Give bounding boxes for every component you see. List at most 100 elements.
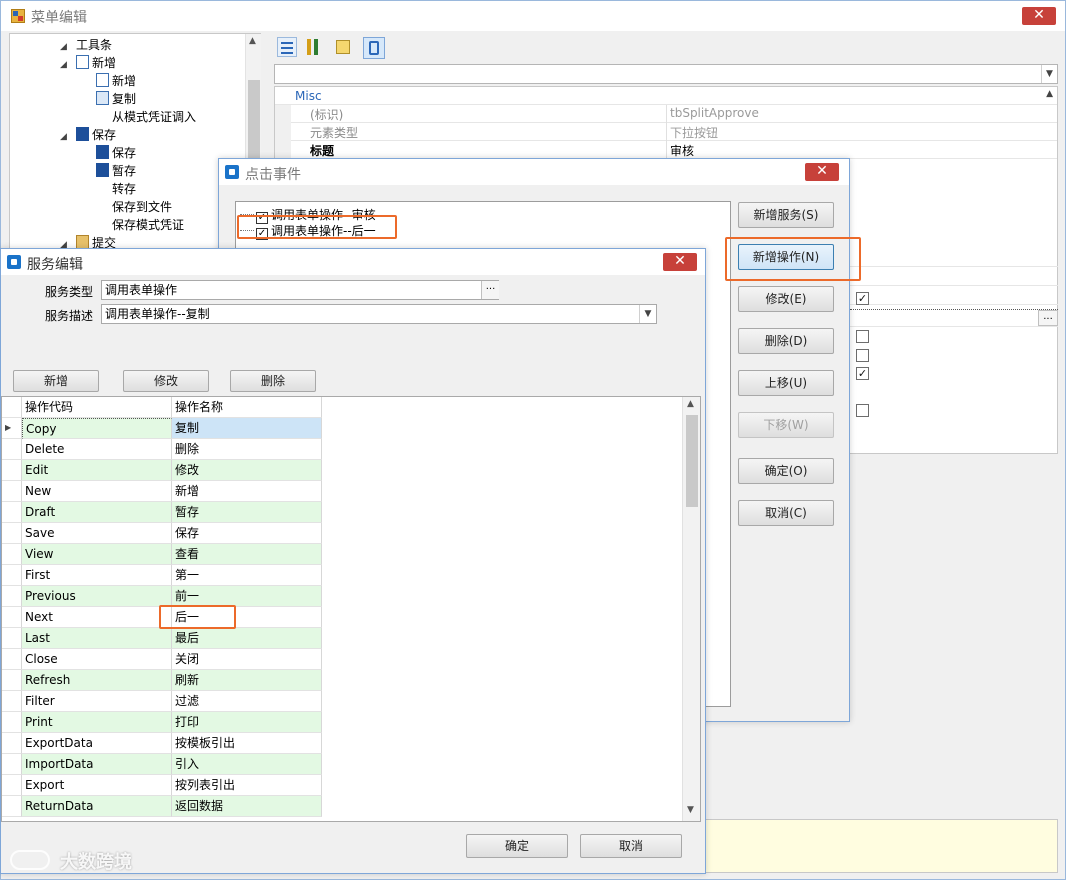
- tree-item[interactable]: 从模式凭证调入: [112, 108, 196, 126]
- properties-icon[interactable]: [333, 37, 353, 57]
- cell-operation-name[interactable]: 最后: [172, 628, 322, 649]
- column-header-code[interactable]: 操作代码: [22, 397, 172, 418]
- cell-operation-code[interactable]: Edit: [22, 460, 172, 481]
- table-row[interactable]: Last 最后: [2, 628, 322, 649]
- cell-operation-name[interactable]: 过滤: [172, 691, 322, 712]
- grid-scroll-up-icon[interactable]: ▲: [687, 399, 694, 409]
- table-row[interactable]: Refresh 刷新: [2, 670, 322, 691]
- service-cancel-button[interactable]: 取消: [580, 834, 682, 858]
- table-row[interactable]: Filter 过滤: [2, 691, 322, 712]
- table-row[interactable]: Export 按列表引出: [2, 775, 322, 796]
- cell-operation-name[interactable]: 修改: [172, 460, 322, 481]
- event-ok-button[interactable]: 确定(O): [738, 458, 834, 484]
- row-selector[interactable]: [2, 775, 22, 796]
- table-row[interactable]: View 查看: [2, 544, 322, 565]
- row-selector[interactable]: [2, 733, 22, 754]
- cell-operation-code[interactable]: New: [22, 481, 172, 502]
- edit-button[interactable]: 修改(E): [738, 286, 834, 312]
- tree-item[interactable]: 新增: [96, 72, 136, 90]
- main-titlebar[interactable]: 菜单编辑 ✕: [1, 1, 1065, 31]
- tree-item[interactable]: 复制: [96, 90, 136, 108]
- cell-operation-code[interactable]: Next: [22, 607, 172, 628]
- tree-item[interactable]: 暂存: [96, 162, 136, 180]
- tree-item[interactable]: 保存: [96, 144, 136, 162]
- scroll-up-icon[interactable]: ▲: [249, 36, 256, 46]
- cell-operation-name[interactable]: 按列表引出: [172, 775, 322, 796]
- cell-operation-name[interactable]: 暂存: [172, 502, 322, 523]
- row-selector[interactable]: [2, 712, 22, 733]
- sort-az-icon[interactable]: [303, 37, 323, 57]
- cell-operation-name[interactable]: 打印: [172, 712, 322, 733]
- chevron-down-icon[interactable]: ▼: [1041, 65, 1057, 83]
- row-selector[interactable]: [2, 796, 22, 817]
- grid-vertical-scrollbar[interactable]: ▲ ▼: [682, 397, 700, 821]
- row-selector[interactable]: [2, 481, 22, 502]
- event-cancel-button[interactable]: 取消(C): [738, 500, 834, 526]
- row-selector[interactable]: [2, 544, 22, 565]
- tree-item[interactable]: 转存: [112, 180, 136, 198]
- table-row[interactable]: ImportData 引入: [2, 754, 322, 775]
- categorized-icon[interactable]: [277, 37, 297, 57]
- tree-item[interactable]: ◢ 新增: [60, 54, 116, 72]
- grid-scroll-thumb[interactable]: [686, 415, 698, 507]
- cell-operation-code[interactable]: Close: [22, 649, 172, 670]
- cell-operation-code[interactable]: Print: [22, 712, 172, 733]
- cell-operation-code[interactable]: View: [22, 544, 172, 565]
- row-selector[interactable]: [2, 691, 22, 712]
- service-close-button[interactable]: ✕: [663, 253, 697, 271]
- tree-item[interactable]: ◢ 工具条: [60, 36, 112, 54]
- cell-operation-code[interactable]: Draft: [22, 502, 172, 523]
- click-event-titlebar[interactable]: 点击事件 ✕: [219, 159, 849, 185]
- grid-edit-button[interactable]: 修改: [123, 370, 209, 392]
- table-row[interactable]: Draft 暂存: [2, 502, 322, 523]
- service-type-field[interactable]: 调用表单操作: [101, 280, 499, 300]
- cell-operation-name[interactable]: 查看: [172, 544, 322, 565]
- table-row[interactable]: Print 打印: [2, 712, 322, 733]
- table-row[interactable]: ▶ Copy 复制: [2, 418, 322, 439]
- row-selector[interactable]: [2, 649, 22, 670]
- cell-operation-code[interactable]: Delete: [22, 439, 172, 460]
- prop-checkbox-5[interactable]: [856, 404, 869, 417]
- table-row[interactable]: Edit 修改: [2, 460, 322, 481]
- grid-scroll-down-icon[interactable]: ▼: [687, 805, 694, 815]
- cell-operation-name[interactable]: 返回数据: [172, 796, 322, 817]
- property-category-row[interactable]: Misc ▲: [275, 87, 1057, 105]
- grid-add-button[interactable]: 新增: [13, 370, 99, 392]
- cell-operation-name[interactable]: 保存: [172, 523, 322, 544]
- cell-operation-name[interactable]: 引入: [172, 754, 322, 775]
- move-down-button[interactable]: 下移(W): [738, 412, 834, 438]
- column-header-name[interactable]: 操作名称: [172, 397, 322, 418]
- cell-operation-code[interactable]: Refresh: [22, 670, 172, 691]
- expand-arrow-icon[interactable]: ◢: [60, 56, 70, 74]
- service-ok-button[interactable]: 确定: [466, 834, 568, 858]
- cell-operation-name[interactable]: 删除: [172, 439, 322, 460]
- table-row[interactable]: ReturnData 返回数据: [2, 796, 322, 817]
- cell-operation-code[interactable]: Copy: [22, 418, 172, 439]
- cell-operation-code[interactable]: ExportData: [22, 733, 172, 754]
- row-selector[interactable]: [2, 523, 22, 544]
- service-desc-field[interactable]: 调用表单操作--复制: [101, 304, 657, 324]
- table-row[interactable]: First 第一: [2, 565, 322, 586]
- move-up-button[interactable]: 上移(U): [738, 370, 834, 396]
- table-row[interactable]: Close 关闭: [2, 649, 322, 670]
- add-service-button[interactable]: 新增服务(S): [738, 202, 834, 228]
- cell-operation-code[interactable]: Save: [22, 523, 172, 544]
- row-selector[interactable]: [2, 565, 22, 586]
- click-event-close-button[interactable]: ✕: [805, 163, 839, 181]
- table-row[interactable]: ExportData 按模板引出: [2, 733, 322, 754]
- cell-operation-name[interactable]: 关闭: [172, 649, 322, 670]
- object-selector[interactable]: ▼: [274, 64, 1058, 84]
- cell-operation-code[interactable]: Last: [22, 628, 172, 649]
- cell-operation-code[interactable]: ImportData: [22, 754, 172, 775]
- prop-checkbox-3[interactable]: [856, 349, 869, 362]
- cell-operation-name[interactable]: 复制: [172, 418, 322, 439]
- cell-operation-name[interactable]: 前一: [172, 586, 322, 607]
- grid-delete-button[interactable]: 删除: [230, 370, 316, 392]
- table-row[interactable]: Previous 前一: [2, 586, 322, 607]
- row-selector[interactable]: [2, 502, 22, 523]
- row-selector[interactable]: [2, 670, 22, 691]
- cell-operation-code[interactable]: Export: [22, 775, 172, 796]
- expand-arrow-icon[interactable]: ◢: [60, 128, 70, 146]
- table-row[interactable]: Delete 删除: [2, 439, 322, 460]
- row-selector[interactable]: [2, 628, 22, 649]
